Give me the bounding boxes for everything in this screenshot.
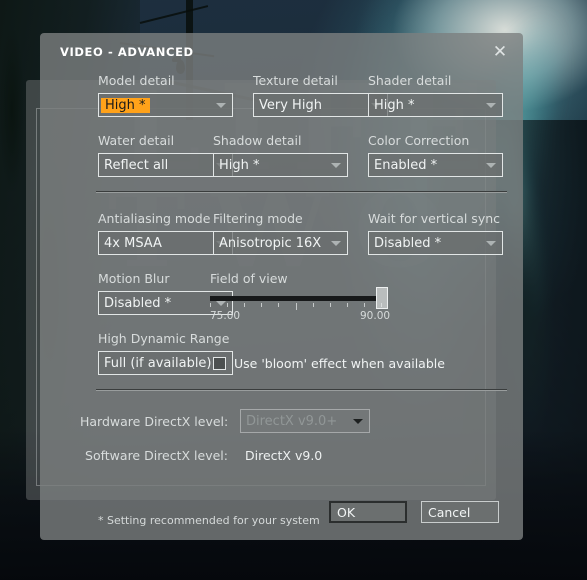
chevron-down-icon <box>353 419 363 424</box>
slider-tick <box>210 303 211 307</box>
dialog-title: VIDEO - ADVANCED <box>60 45 194 59</box>
section-divider-2 <box>96 389 507 391</box>
slider-min-label: 75.00 <box>210 310 241 322</box>
vertical-sync-combobox[interactable]: Disabled * <box>368 231 503 255</box>
hdr-value: Full (if available) * <box>104 355 223 371</box>
software-directx-value: DirectX v9.0 <box>245 448 323 463</box>
section-divider-1 <box>96 191 507 193</box>
field-label: Field of view <box>210 271 288 286</box>
chevron-down-icon <box>486 241 496 246</box>
ok-button[interactable]: OK <box>329 501 407 523</box>
motion-blur-value: Disabled * <box>104 295 172 311</box>
shader-detail-value: High * <box>374 97 415 113</box>
chevron-down-icon <box>216 103 226 108</box>
bloom-checkbox[interactable] <box>213 357 226 370</box>
video-advanced-dialog: VIDEO - ADVANCED ✕ Model detail High * T… <box>40 33 523 540</box>
slider-tick <box>330 303 331 307</box>
hardware-directx-value: DirectX v9.0+ <box>246 413 338 429</box>
water-detail-value: Reflect all <box>104 157 169 173</box>
slider-tick <box>244 303 245 307</box>
field-model-detail: Model detail High * <box>98 73 233 117</box>
field-of-view-slider[interactable] <box>210 287 388 309</box>
close-icon[interactable]: ✕ <box>489 41 511 63</box>
filtering-mode-value: Anisotropic 16X <box>219 235 322 251</box>
field-shadow-detail: Shadow detail High * <box>213 133 348 177</box>
field-label: Shader detail <box>368 73 452 88</box>
bloom-checkbox-row[interactable]: Use 'bloom' effect when available <box>213 356 445 371</box>
field-label: Color Correction <box>368 133 470 148</box>
chevron-down-icon <box>486 103 496 108</box>
slider-tick <box>278 303 279 307</box>
slider-tick <box>227 303 228 307</box>
game-screen: LIFE TWO VIDEO - ADVANCED ✕ Model detail… <box>0 0 587 580</box>
recommended-setting-footnote: * Setting recommended for your system <box>98 514 320 527</box>
slider-tick <box>381 303 382 307</box>
color-correction-value: Enabled * <box>374 157 438 173</box>
color-correction-combobox[interactable]: Enabled * <box>368 153 503 177</box>
field-label: Model detail <box>98 73 175 88</box>
slider-max-label: 90.00 <box>360 310 391 322</box>
slider-tick <box>347 303 348 307</box>
chevron-down-icon <box>331 163 341 168</box>
field-label: Wait for vertical sync <box>368 211 501 226</box>
cancel-button[interactable]: Cancel <box>421 501 499 523</box>
model-detail-value: High * <box>101 97 150 113</box>
chevron-down-icon <box>486 163 496 168</box>
vertical-sync-value: Disabled * <box>374 235 442 251</box>
chevron-down-icon <box>331 241 341 246</box>
hardware-directx-combobox[interactable]: DirectX v9.0+ <box>240 409 370 433</box>
field-color-correction: Color Correction Enabled * <box>368 133 503 177</box>
field-vertical-sync: Wait for vertical sync Disabled * <box>368 211 503 255</box>
slider-range-labels: 75.00 90.00 <box>210 310 391 322</box>
slider-tick <box>261 303 262 307</box>
software-directx-label: Software DirectX level: <box>85 448 228 463</box>
slider-ticks <box>210 303 382 310</box>
model-detail-combobox[interactable]: High * <box>98 93 233 117</box>
slider-tick <box>313 303 314 307</box>
field-label: Shadow detail <box>213 133 302 148</box>
slider-tick <box>364 303 365 307</box>
filtering-mode-combobox[interactable]: Anisotropic 16X <box>213 231 348 255</box>
slider-tick <box>296 303 297 310</box>
shadow-detail-value: High * <box>219 157 260 173</box>
field-of-view-slider-group: Field of view 75.00 90.00 <box>210 271 391 322</box>
field-shader-detail: Shader detail High * <box>368 73 503 117</box>
field-label: High Dynamic Range <box>98 331 230 346</box>
hardware-directx-label: Hardware DirectX level: <box>80 413 229 429</box>
hardware-directx-row: Hardware DirectX level: DirectX v9.0+ <box>80 409 370 433</box>
field-filtering-mode: Filtering mode Anisotropic 16X <box>213 211 348 255</box>
bloom-checkbox-label: Use 'bloom' effect when available <box>234 356 445 371</box>
texture-detail-value: Very High <box>259 97 322 113</box>
field-label: Filtering mode <box>213 211 303 226</box>
antialiasing-mode-value: 4x MSAA <box>104 235 162 251</box>
shadow-detail-combobox[interactable]: High * <box>213 153 348 177</box>
shader-detail-combobox[interactable]: High * <box>368 93 503 117</box>
software-directx-row: Software DirectX level: DirectX v9.0 <box>80 448 322 463</box>
